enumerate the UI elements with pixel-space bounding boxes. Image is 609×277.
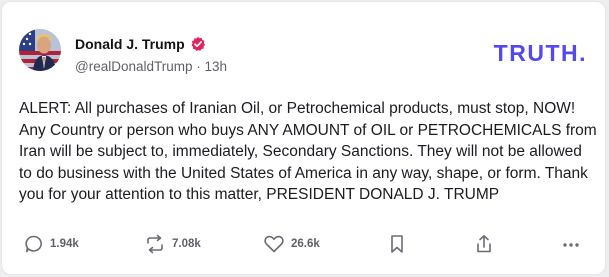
post-card: Donald J. Trump @realDonaldTrump · 13h T… <box>1 1 606 275</box>
post-actions: 1.94k 7.08k 26.6k <box>24 234 590 258</box>
reply-button[interactable]: 1.94k <box>24 234 79 254</box>
post-body: ALERT: All purchases of Iranian Oil, or … <box>19 100 597 203</box>
author-display-name[interactable]: Donald J. Trump <box>75 36 185 52</box>
retruth-button[interactable]: 7.08k <box>144 234 201 254</box>
like-icon <box>263 234 285 254</box>
bookmark-icon <box>388 234 406 254</box>
more-icon <box>561 234 581 254</box>
more-options-button[interactable] <box>561 234 581 254</box>
share-icon <box>474 234 494 254</box>
reply-count: 1.94k <box>50 238 79 250</box>
author-handle-row: @realDonaldTrump · 13h <box>75 59 227 74</box>
bookmark-button[interactable] <box>388 234 406 254</box>
retruth-icon <box>144 234 166 254</box>
like-count: 26.6k <box>291 238 320 250</box>
logo-text: TRUTH <box>493 40 580 66</box>
logo-dot: . <box>579 40 587 66</box>
retruth-count: 7.08k <box>172 238 201 250</box>
author-handle[interactable]: @realDonaldTrump <box>75 59 193 74</box>
truth-social-logo: TRUTH. <box>494 40 587 67</box>
share-button[interactable] <box>474 234 494 254</box>
author-name-row: Donald J. Trump <box>75 36 206 52</box>
separator: · <box>196 59 201 74</box>
like-button[interactable]: 26.6k <box>263 234 320 254</box>
verified-badge-icon <box>190 36 206 52</box>
reply-icon <box>24 234 44 254</box>
post-timestamp[interactable]: 13h <box>205 59 228 74</box>
avatar[interactable] <box>19 29 61 71</box>
